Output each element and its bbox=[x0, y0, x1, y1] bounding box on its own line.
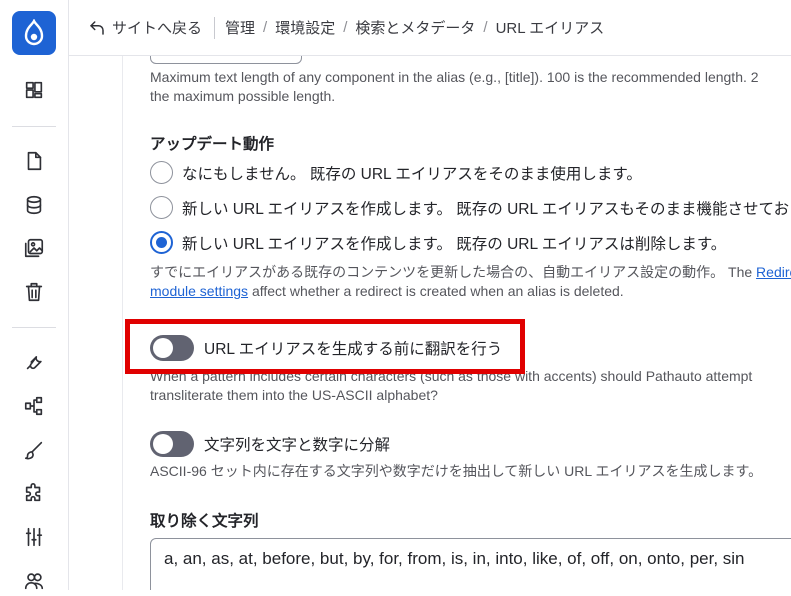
max-component-help-line1: Maximum text length of any component in … bbox=[150, 69, 759, 85]
breadcrumb-separator: / bbox=[263, 19, 268, 36]
breadcrumb: 管理 / 環境設定 / 検索とメタデータ / URL エイリアス bbox=[225, 17, 604, 38]
transliterate-help-line1: When a pattern includes certain characte… bbox=[150, 368, 753, 384]
sidebar-divider bbox=[12, 126, 56, 127]
transliterate-toggle[interactable] bbox=[150, 335, 194, 361]
update-action-option-label: 新しい URL エイリアスを作成します。 既存の URL エイリアスは削除します… bbox=[182, 235, 727, 253]
extend-icon[interactable] bbox=[19, 478, 49, 508]
reduce-ascii-toggle[interactable] bbox=[150, 431, 194, 457]
trash-icon[interactable] bbox=[19, 277, 49, 307]
toolbar: サイトへ戻る 管理 / 環境設定 / 検索とメタデータ / URL エイリアス bbox=[69, 0, 791, 56]
transliterate-help-line2: transliterate them into the US-ASCII alp… bbox=[150, 387, 438, 403]
sidebar-divider bbox=[12, 327, 56, 328]
reduce-ascii-toggle-row[interactable]: 文字列を文字と数字に分解 bbox=[150, 431, 390, 457]
dashboard-icon[interactable] bbox=[19, 75, 49, 105]
update-action-option-label: なにもしません。 既存の URL エイリアスをそのまま使用します。 bbox=[182, 165, 642, 183]
content-icon[interactable] bbox=[19, 146, 49, 176]
people-icon[interactable] bbox=[19, 566, 49, 596]
tools-icon[interactable] bbox=[19, 347, 49, 377]
max-component-help: Maximum text length of any component in … bbox=[150, 68, 759, 106]
media-icon[interactable] bbox=[19, 233, 49, 263]
admin-sidebar bbox=[0, 0, 69, 590]
update-action-help-text: すでにエイリアスがある既存のコンテンツを更新した場合の、自動エイリアス設定の動作… bbox=[150, 264, 757, 280]
drupal-logo-icon[interactable] bbox=[12, 11, 56, 55]
breadcrumb-url-aliases[interactable]: URL エイリアス bbox=[496, 17, 605, 38]
radio-button[interactable] bbox=[150, 161, 173, 184]
radio-button-checked[interactable] bbox=[150, 231, 173, 254]
structure-icon[interactable] bbox=[19, 190, 49, 220]
ignore-words-title: 取り除く文字列 bbox=[150, 513, 259, 530]
update-action-help: すでにエイリアスがある既存のコンテンツを更新した場合の、自動エイリアス設定の動作… bbox=[150, 263, 791, 301]
redirect-settings-link[interactable]: module settings bbox=[150, 283, 248, 299]
update-action-help-text-2: affect whether a redirect is created whe… bbox=[248, 283, 624, 299]
radio-button[interactable] bbox=[150, 196, 173, 219]
update-action-option-label: 新しい URL エイリアスを作成します。 既存の URL エイリアスもそのまま機… bbox=[182, 200, 791, 218]
settings-form: Maximum text length of any component in … bbox=[122, 56, 791, 590]
toolbar-divider bbox=[214, 16, 216, 39]
update-action-option-none[interactable]: なにもしません。 既存の URL エイリアスをそのまま使用します。 bbox=[150, 161, 642, 184]
max-component-length-input[interactable] bbox=[150, 56, 302, 64]
back-to-site-label: サイトへ戻る bbox=[112, 20, 203, 37]
breadcrumb-separator: / bbox=[343, 19, 348, 36]
back-to-site-link[interactable]: サイトへ戻る bbox=[88, 17, 202, 38]
transliterate-label: URL エイリアスを生成する前に翻訳を行う bbox=[204, 341, 503, 358]
update-action-option-delete[interactable]: 新しい URL エイリアスを作成します。 既存の URL エイリアスは削除します… bbox=[150, 231, 726, 254]
max-component-help-line2: the maximum possible length. bbox=[150, 88, 336, 104]
breadcrumb-search-metadata[interactable]: 検索とメタデータ bbox=[355, 17, 475, 38]
update-action-title: アップデート動作 bbox=[150, 136, 275, 153]
configuration-icon[interactable] bbox=[19, 522, 49, 552]
back-arrow-icon bbox=[90, 20, 104, 35]
breadcrumb-configuration[interactable]: 環境設定 bbox=[275, 17, 335, 38]
update-action-option-leave[interactable]: 新しい URL エイリアスを作成します。 既存の URL エイリアスもそのまま機… bbox=[150, 196, 791, 219]
transliterate-toggle-row[interactable]: URL エイリアスを生成する前に翻訳を行う bbox=[150, 335, 502, 361]
appearance-icon[interactable] bbox=[19, 435, 49, 465]
transliterate-help: When a pattern includes certain characte… bbox=[150, 367, 752, 405]
workflow-icon[interactable] bbox=[19, 391, 49, 421]
ignore-words-textarea[interactable]: a, an, as, at, before, but, by, for, fro… bbox=[150, 538, 791, 590]
redirect-settings-link[interactable]: Redire bbox=[756, 264, 791, 280]
breadcrumb-admin[interactable]: 管理 bbox=[225, 17, 255, 38]
breadcrumb-separator: / bbox=[483, 19, 488, 36]
reduce-ascii-help: ASCII-96 セット内に存在する文字列や数字だけを抽出して新しい URL エ… bbox=[150, 463, 763, 479]
reduce-ascii-label: 文字列を文字と数字に分解 bbox=[204, 437, 391, 454]
